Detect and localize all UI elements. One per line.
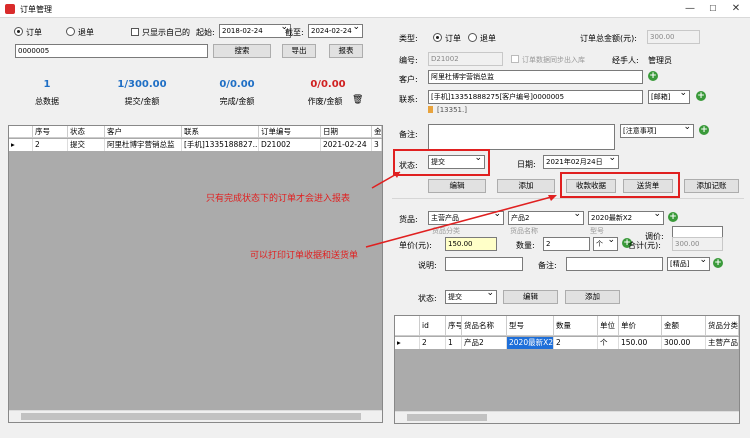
annotation-report: 只有完成状态下的订单才会进入报表 bbox=[206, 194, 351, 204]
annotation-print: 可以打印订单收据和送货单 bbox=[250, 251, 359, 261]
annotation-arrows bbox=[365, 171, 557, 248]
